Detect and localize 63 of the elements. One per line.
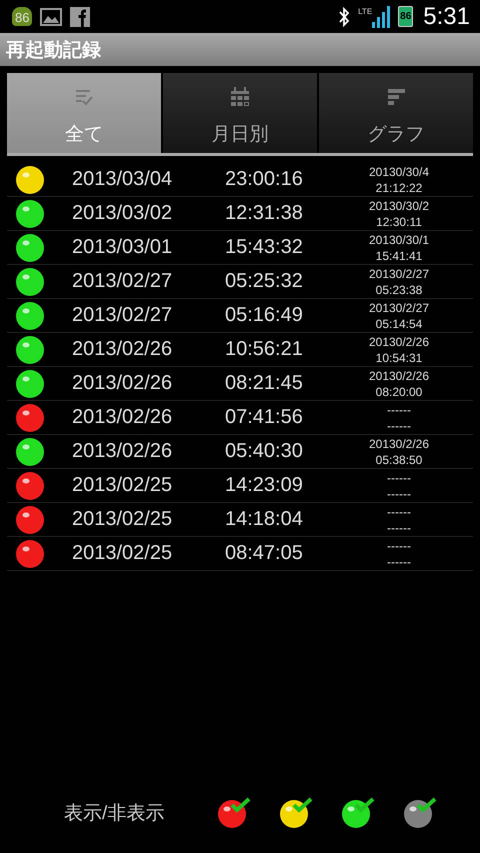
- previous-shutdown-text: ------: [387, 418, 411, 434]
- previous-shutdown-text: ------: [387, 520, 411, 536]
- image-icon: [40, 6, 62, 26]
- boot-time: 23:00:16: [225, 168, 304, 191]
- previous-shutdown-text: ------: [387, 486, 411, 502]
- boot-date: 2013/02/25: [72, 542, 174, 565]
- calendar-icon: [230, 87, 250, 107]
- boot-time: 05:40:30: [225, 440, 304, 463]
- previous-shutdown-text: 20130/30/2: [368, 198, 430, 214]
- boot-date: 2013/02/27: [72, 304, 174, 327]
- bluetooth-icon: [338, 6, 350, 26]
- boot-date: 2013/02/26: [72, 372, 174, 395]
- tab[interactable]: グラフ: [319, 73, 473, 153]
- previous-shutdown-text: 20130/2/26: [368, 368, 430, 384]
- show-hide-label: 表示/非表示: [64, 802, 166, 826]
- list-check-icon: [74, 87, 94, 107]
- boot-time: 12:31:38: [225, 202, 304, 225]
- boot-date: 2013/02/25: [72, 508, 174, 531]
- previous-shutdown-text: 20130/2/27: [368, 300, 430, 316]
- previous-shutdown-text: 05:23:38: [376, 282, 422, 298]
- boot-time: 07:41:56: [225, 406, 304, 429]
- boot-date: 2013/02/26: [72, 406, 174, 429]
- app-notification-icon: 86: [12, 7, 32, 26]
- boot-time: 15:43:32: [225, 236, 304, 259]
- network-type: LTE: [358, 6, 372, 16]
- previous-shutdown-text: ------: [387, 504, 411, 520]
- boot-time: 08:47:05: [225, 542, 304, 565]
- boot-time: 10:56:21: [225, 338, 304, 361]
- previous-shutdown-text: ------: [387, 554, 411, 570]
- previous-shutdown-text: 21:12:22: [376, 180, 422, 196]
- boot-date: 2013/02/27: [72, 270, 174, 293]
- previous-shutdown-text: 08:20:00: [376, 384, 422, 400]
- previous-shutdown-text: ------: [387, 402, 411, 418]
- boot-time: 05:16:49: [225, 304, 304, 327]
- boot-time: 08:21:45: [225, 372, 304, 395]
- app-title: 再起動記録: [6, 38, 101, 62]
- previous-shutdown-text: ------: [387, 470, 411, 486]
- boot-date: 2013/03/04: [72, 168, 174, 191]
- previous-shutdown-text: 12:30:11: [376, 214, 422, 230]
- previous-shutdown-text: 15:41:41: [376, 248, 422, 264]
- battery-icon: 86: [398, 6, 414, 27]
- signal-icon: [372, 6, 390, 28]
- previous-shutdown-text: 20130/2/26: [368, 436, 430, 452]
- clock-time: 5:31: [423, 2, 470, 30]
- previous-shutdown-text: 20130/2/26: [368, 334, 430, 350]
- boot-date: 2013/03/02: [72, 202, 174, 225]
- previous-shutdown-text: 05:14:54: [376, 316, 422, 332]
- boot-time: 05:25:32: [225, 270, 304, 293]
- previous-shutdown-text: 20130/30/4: [368, 164, 430, 180]
- boot-time: 14:23:09: [225, 474, 304, 497]
- boot-date: 2013/02/25: [72, 474, 174, 497]
- boot-date: 2013/02/26: [72, 338, 174, 361]
- tab[interactable]: 月日別: [163, 73, 317, 153]
- boot-time: 14:18:04: [225, 508, 304, 531]
- boot-date: 2013/02/26: [72, 440, 174, 463]
- previous-shutdown-text: 20130/2/27: [368, 266, 430, 282]
- previous-shutdown-text: ------: [387, 538, 411, 554]
- bar-chart-icon: [386, 87, 406, 107]
- previous-shutdown-text: 20130/30/1: [368, 232, 430, 248]
- facebook-icon: [70, 6, 90, 26]
- previous-shutdown-text: 05:38:50: [376, 452, 422, 468]
- previous-shutdown-text: 10:54:31: [376, 350, 422, 366]
- boot-date: 2013/03/01: [72, 236, 174, 259]
